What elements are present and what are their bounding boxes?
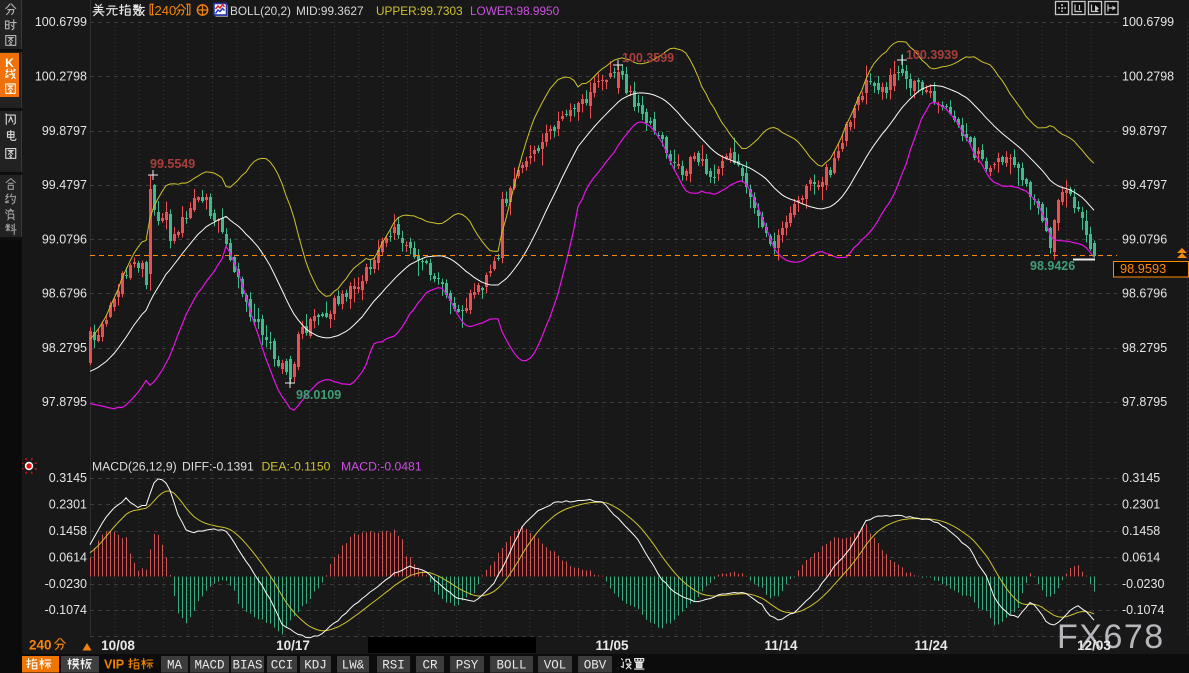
svg-text:0.1458: 0.1458 [49,524,87,538]
svg-text:99.4797: 99.4797 [1122,178,1167,192]
svg-text:99.0796: 99.0796 [1122,232,1167,246]
svg-text:UPPER:99.7303: UPPER:99.7303 [376,4,463,18]
svg-text:K: K [5,56,14,70]
svg-text:240: 240 [155,3,177,18]
svg-text:-0.0230: -0.0230 [1122,577,1164,591]
svg-text:98.9593: 98.9593 [1120,261,1166,276]
svg-text:11/24: 11/24 [914,638,948,653]
svg-text:-0.0230: -0.0230 [45,577,87,591]
svg-text:CCI: CCI [271,659,294,673]
svg-text:KDJ: KDJ [304,659,327,673]
svg-text:MACD:-0.0481: MACD:-0.0481 [341,460,422,474]
svg-text:PSY: PSY [456,659,479,673]
svg-text:97.8795: 97.8795 [42,395,87,409]
svg-text:98.2795: 98.2795 [1122,341,1167,355]
svg-text:100.6799: 100.6799 [35,15,87,29]
svg-text:100.2798: 100.2798 [1122,70,1174,84]
svg-text:BIAS: BIAS [232,659,262,673]
svg-text:MACD: MACD [194,659,224,673]
svg-text:100.2798: 100.2798 [35,70,87,84]
svg-text:0.3145: 0.3145 [49,471,87,485]
svg-text:11/14: 11/14 [764,638,798,653]
svg-text:100.6799: 100.6799 [1122,15,1174,29]
svg-text:MID:99.3627: MID:99.3627 [296,4,364,18]
svg-text:DEA:-0.1150: DEA:-0.1150 [262,460,331,474]
svg-text:240: 240 [29,638,52,653]
svg-text:12/03: 12/03 [1077,638,1111,653]
svg-text:DIFF:-0.1391: DIFF:-0.1391 [182,460,254,474]
svg-text:0.3145: 0.3145 [1122,471,1160,485]
svg-text:98.2795: 98.2795 [42,341,87,355]
svg-text:99.0796: 99.0796 [42,232,87,246]
svg-text:98.6796: 98.6796 [42,287,87,301]
svg-text:99.4797: 99.4797 [42,178,87,192]
svg-text:LW&: LW& [342,659,365,673]
svg-text:99.8797: 99.8797 [1122,124,1167,138]
svg-text:BOLL(20,2): BOLL(20,2) [230,4,291,18]
svg-text:98.6796: 98.6796 [1122,287,1167,301]
svg-text:MA: MA [167,659,183,673]
svg-text:CR: CR [422,659,438,673]
svg-text:0.2301: 0.2301 [1122,498,1160,512]
svg-text:0.0614: 0.0614 [1122,550,1160,564]
svg-text:10/08: 10/08 [101,638,135,653]
svg-text:0.2301: 0.2301 [49,498,87,512]
svg-text:100.3599: 100.3599 [622,51,674,65]
svg-text:BOLL: BOLL [496,659,526,673]
svg-text:10/17: 10/17 [276,638,310,653]
svg-text:RSI: RSI [382,659,405,673]
svg-text:-0.1074: -0.1074 [45,603,87,617]
svg-text:0.0614: 0.0614 [49,550,87,564]
svg-text:99.8797: 99.8797 [42,124,87,138]
svg-text:VIP: VIP [104,658,124,672]
svg-text:LOWER:98.9950: LOWER:98.9950 [470,4,560,18]
svg-text:97.8795: 97.8795 [1122,395,1167,409]
svg-text:99.5549: 99.5549 [150,157,195,171]
svg-text:0.1458: 0.1458 [1122,524,1160,538]
svg-text:98.0109: 98.0109 [296,388,341,402]
svg-text:MACD(26,12,9): MACD(26,12,9) [92,460,177,474]
svg-text:100.3939: 100.3939 [906,48,958,62]
svg-text:-0.1074: -0.1074 [1122,603,1164,617]
svg-text:98.9426: 98.9426 [1030,259,1075,273]
svg-text:OBV: OBV [584,659,607,673]
svg-text:11/05: 11/05 [595,638,629,653]
svg-text:VOL: VOL [544,659,567,673]
